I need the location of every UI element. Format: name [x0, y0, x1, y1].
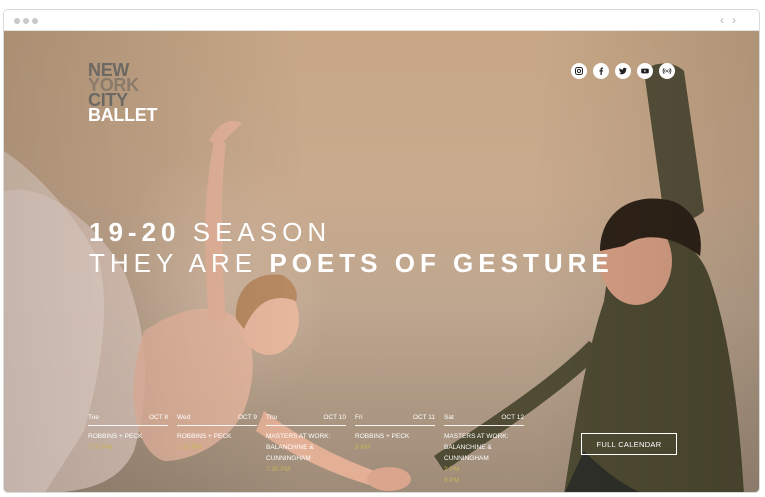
event-date: OCT 9: [237, 414, 257, 421]
season-years: 19-20: [89, 217, 181, 247]
event-title[interactable]: MASTERS AT WORK: BALANCHINE & CUNNINGHAM: [266, 431, 346, 464]
event-date-row: Sat OCT 12: [444, 413, 524, 426]
event-card[interactable]: Wed OCT 9 ROBBINS + PECK 7:30 PM: [177, 413, 266, 486]
forward-arrow-icon[interactable]: ›: [732, 13, 736, 27]
social-links: [571, 63, 675, 79]
season-line: 19-20 SEASON: [89, 217, 614, 248]
facebook-icon[interactable]: [593, 63, 609, 79]
event-date-row: Thu OCT 10: [266, 413, 346, 426]
event-date: OCT 11: [412, 414, 435, 421]
hero-headline: 19-20 SEASON THEY ARE POETS OF GESTURE: [89, 217, 614, 279]
event-time: 2 PM: [444, 466, 460, 473]
event-day: Tue: [88, 414, 99, 421]
full-calendar-button[interactable]: FULL CALENDAR: [581, 433, 677, 455]
window-dot-icon[interactable]: [14, 18, 20, 24]
back-arrow-icon[interactable]: ‹: [720, 13, 724, 27]
event-date: OCT 10: [323, 414, 346, 421]
event-day: Wed: [177, 414, 191, 421]
tagline-emphasis: POETS OF GESTURE: [269, 248, 614, 278]
event-date-row: Fri OCT 11: [355, 413, 435, 426]
event-time: 8 PM: [355, 444, 371, 451]
event-card[interactable]: Fri OCT 11 ROBBINS + PECK 8 PM: [355, 413, 444, 486]
event-time: 7:30 PM: [88, 444, 113, 451]
event-date-row: Tue OCT 8: [88, 413, 168, 426]
event-day: Fri: [355, 414, 363, 421]
event-title[interactable]: MASTERS AT WORK: BALANCHINE & CUNNINGHAM: [444, 431, 524, 464]
event-card[interactable]: Sat OCT 12 MASTERS AT WORK: BALANCHINE &…: [444, 413, 533, 486]
window-dot-icon[interactable]: [32, 18, 38, 24]
event-title[interactable]: ROBBINS + PECK: [88, 431, 168, 442]
events-strip: Tue OCT 8 ROBBINS + PECK 7:30 PM Wed OCT…: [88, 413, 533, 486]
tagline: THEY ARE POETS OF GESTURE: [89, 248, 614, 279]
tagline-lead: THEY ARE: [89, 248, 258, 278]
season-word: SEASON: [192, 217, 332, 247]
event-day: Thu: [266, 414, 278, 421]
event-title[interactable]: ROBBINS + PECK: [355, 431, 435, 442]
youtube-icon[interactable]: [637, 63, 653, 79]
browser-chrome: ‹ ›: [4, 10, 759, 31]
event-time: 7:30 PM: [177, 444, 202, 451]
browser-window: ‹ › NEW YORK CITY BALLET 19-20 SEASON TH…: [3, 9, 760, 493]
event-time-extra: 8 PM: [444, 477, 460, 484]
event-time: 7:30 PM: [266, 466, 291, 473]
nycb-logo[interactable]: NEW YORK CITY BALLET: [88, 61, 178, 125]
podcast-icon[interactable]: [659, 63, 675, 79]
twitter-icon[interactable]: [615, 63, 631, 79]
window-dot-icon[interactable]: [23, 18, 29, 24]
event-date-row: Wed OCT 9: [177, 413, 257, 426]
event-day: Sat: [444, 414, 454, 421]
event-date: OCT 12: [501, 414, 524, 421]
logo-line-ballet: BALLET: [88, 105, 158, 125]
event-title[interactable]: ROBBINS + PECK: [177, 431, 257, 442]
event-date: OCT 8: [148, 414, 168, 421]
instagram-icon[interactable]: [571, 63, 587, 79]
hero-section: NEW YORK CITY BALLET 19-20 SEASON THEY A…: [4, 31, 759, 492]
event-card[interactable]: Thu OCT 10 MASTERS AT WORK: BALANCHINE &…: [266, 413, 355, 486]
event-card[interactable]: Tue OCT 8 ROBBINS + PECK 7:30 PM: [88, 413, 177, 486]
